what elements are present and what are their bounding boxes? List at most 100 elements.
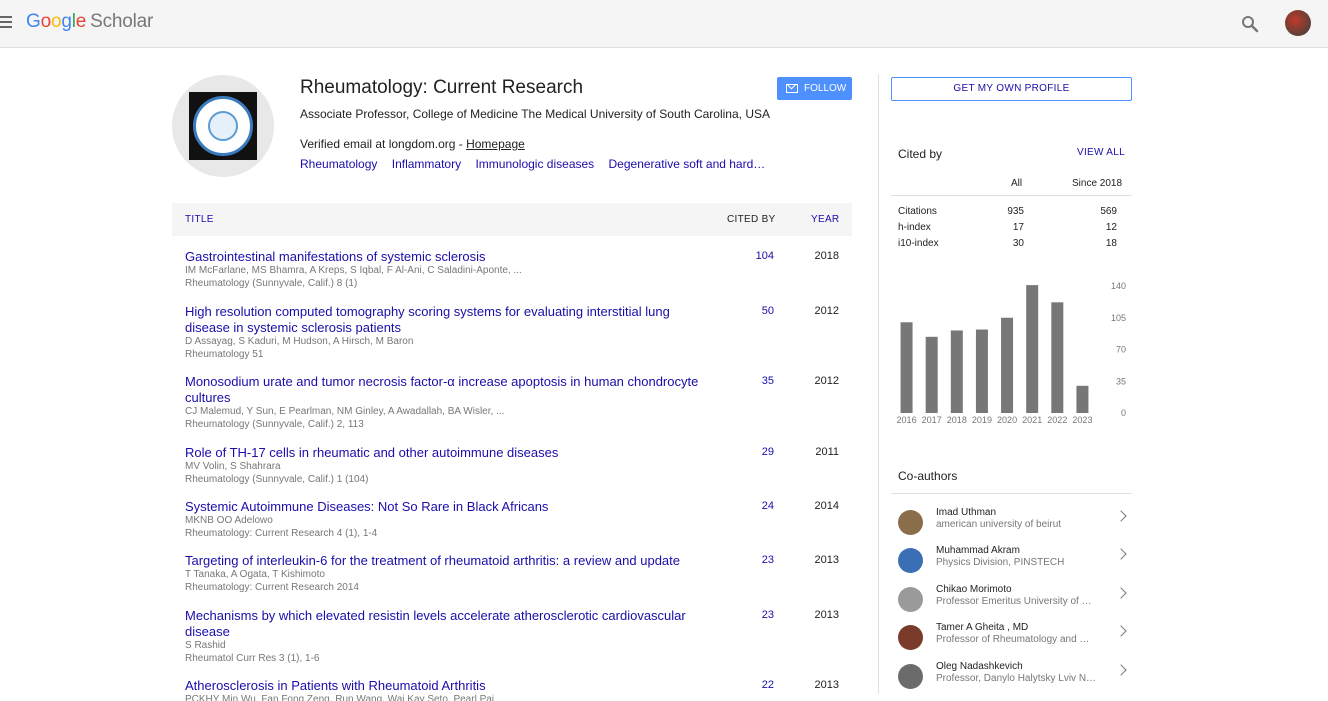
x-tick-label: 2020 [997,415,1017,425]
coauthor-avatar [898,625,923,650]
chart-bar[interactable] [1001,317,1014,413]
account-avatar[interactable] [1285,10,1311,36]
y-tick-label: 70 [1116,345,1126,355]
article-title-link[interactable]: Mechanisms by which elevated resistin le… [185,608,705,640]
article-title-link[interactable]: Systemic Autoimmune Diseases: Not So Rar… [185,499,705,515]
stat-label[interactable]: i10-index [898,238,939,249]
profile-email: Verified email at longdom.org - Homepage [300,137,525,151]
cited-by-count[interactable]: 23 [712,609,774,621]
stat-all: 17 [1012,222,1024,233]
coauthor-item[interactable]: Chikao Morimoto Professor Emeritus Univer… [891,584,1132,622]
x-tick-label: 2022 [1047,415,1067,425]
article-title-link[interactable]: Role of TH-17 cells in rheumatic and oth… [185,445,705,461]
article-venue: Rheumatology (Sunnyvale, Calif.) 1 (104) [185,474,369,485]
chart-bar[interactable] [900,322,913,413]
coauthor-affiliation: Professor, Danylo Halytsky Lviv N… [936,673,1097,684]
interest-link[interactable]: Immunologic diseases [475,157,594,171]
stat-label[interactable]: h-index [898,222,931,233]
interest-link[interactable]: Degenerative soft and hard… [609,157,766,171]
sort-by-title[interactable]: TITLE [185,214,214,225]
chart-bar[interactable] [1051,302,1064,413]
article-title-link[interactable]: Atherosclerosis in Patients with Rheumat… [185,678,705,694]
article-title-link[interactable]: Targeting of interleukin-6 for the treat… [185,553,705,569]
follow-label: FOLLOW [804,83,847,94]
get-my-own-profile-button[interactable]: GET MY OWN PROFILE [891,77,1132,101]
article-authors: MKNB OO Adelowo [185,515,273,526]
article-authors: CJ Malemud, Y Sun, E Pearlman, NM Ginley… [185,406,505,417]
stats-header: All Since 2018 [891,172,1132,196]
x-tick-label: 2021 [1022,415,1042,425]
x-tick-label: 2018 [947,415,967,425]
coauthor-name: Tamer A Gheita , MD [936,622,1029,633]
chevron-right-icon [1115,664,1127,676]
coauthor-affiliation: Professor Emeritus University of … [936,596,1092,607]
chart-bar[interactable] [1026,285,1039,413]
stat-all: 30 [1012,238,1024,249]
interest-link[interactable]: Inflammatory [392,157,461,171]
y-tick-label: 35 [1116,376,1126,386]
homepage-link[interactable]: Homepage [466,137,525,151]
stat-all: 935 [1007,206,1024,217]
article-year: 2014 [814,500,839,512]
stat-label[interactable]: Citations [898,206,937,217]
article-title-link[interactable]: Gastrointestinal manifestations of syste… [185,249,705,265]
coauthor-affiliation: Physics Division, PINSTECH [936,557,1065,568]
cited-by-count[interactable]: 50 [712,305,774,317]
article-year: 2013 [814,554,839,566]
interest-link[interactable]: Rheumatology [300,157,377,171]
article-year: 2018 [814,250,839,262]
article-title-link[interactable]: Monosodium urate and tumor necrosis fact… [185,374,705,406]
coauthor-item[interactable]: Tamer A Gheita , MD Professor of Rheumato… [891,622,1132,660]
coauthor-name: Oleg Nadashkevich [936,661,1023,672]
coauthor-item[interactable]: Imad Uthman american university of beirut [891,507,1132,545]
cited-by-count[interactable]: 35 [712,375,774,387]
article-venue: Rheumatology: Current Research 4 (1), 1-… [185,528,378,539]
coauthor-avatar [898,587,923,612]
coauthor-name: Chikao Morimoto [936,584,1012,595]
coauthor-item[interactable]: Oleg Nadashkevich Professor, Danylo Halyt… [891,661,1132,699]
stat-since: 569 [1100,206,1117,217]
cited-by-count[interactable]: 24 [712,500,774,512]
y-tick-label: 105 [1111,313,1126,323]
sort-by-cited[interactable]: CITED BY [727,214,776,225]
chart-bar[interactable] [975,329,988,413]
article-venue: Rheumatology 51 [185,349,264,360]
col-since: Since 2018 [1072,178,1123,189]
article-title-link[interactable]: High resolution computed tomography scor… [185,304,705,336]
coauthor-affiliation: Professor of Rheumatology and … [936,634,1090,645]
cited-by-count[interactable]: 23 [712,554,774,566]
coauthor-avatar [898,664,923,689]
cited-by-count[interactable]: 29 [712,446,774,458]
coauthors-title: Co-authors [898,469,958,483]
article-year: 2013 [814,609,839,621]
stat-since: 12 [1105,222,1117,233]
chart-bar[interactable] [1076,385,1089,413]
search-icon[interactable] [1240,14,1260,34]
column-divider [878,74,879,694]
x-tick-label: 2019 [972,415,992,425]
menu-icon[interactable] [0,16,12,30]
article-authors: S Rashid [185,640,226,651]
profile-name: Rheumatology: Current Research [300,77,584,98]
profile-affiliation: Associate Professor, College of Medicine… [300,107,770,121]
coauthor-name: Imad Uthman [936,507,997,518]
follow-button[interactable]: FOLLOW [777,77,852,100]
x-tick-label: 2017 [922,415,942,425]
chart-bar[interactable] [950,330,963,413]
coauthor-item[interactable]: Muhammad Akram Physics Division, PINSTECH [891,545,1132,583]
coauthor-avatar [898,510,923,535]
chevron-right-icon [1115,587,1127,599]
article-authors: MV Volin, S Shahrara [185,461,281,472]
view-all-link[interactable]: VIEW ALL [1077,147,1125,158]
article-venue: Rheumatology (Sunnyvale, Calif.) 8 (1) [185,278,358,289]
google-scholar-logo[interactable]: Google Scholar [26,11,153,33]
cited-by-count[interactable]: 22 [712,679,774,691]
coauthor-affiliation: american university of beirut [936,519,1062,530]
article-venue: Rheumatology (Sunnyvale, Calif.) 2, 113 [185,419,364,430]
profile-photo [172,75,274,177]
article-year: 2012 [814,375,839,387]
article-authors: PCKHY Min Wu, Fan Fong Zeng, Run Wang, W… [185,694,495,701]
sort-by-year[interactable]: YEAR [811,214,839,225]
chart-bar[interactable] [925,336,938,413]
cited-by-count[interactable]: 104 [712,250,774,262]
